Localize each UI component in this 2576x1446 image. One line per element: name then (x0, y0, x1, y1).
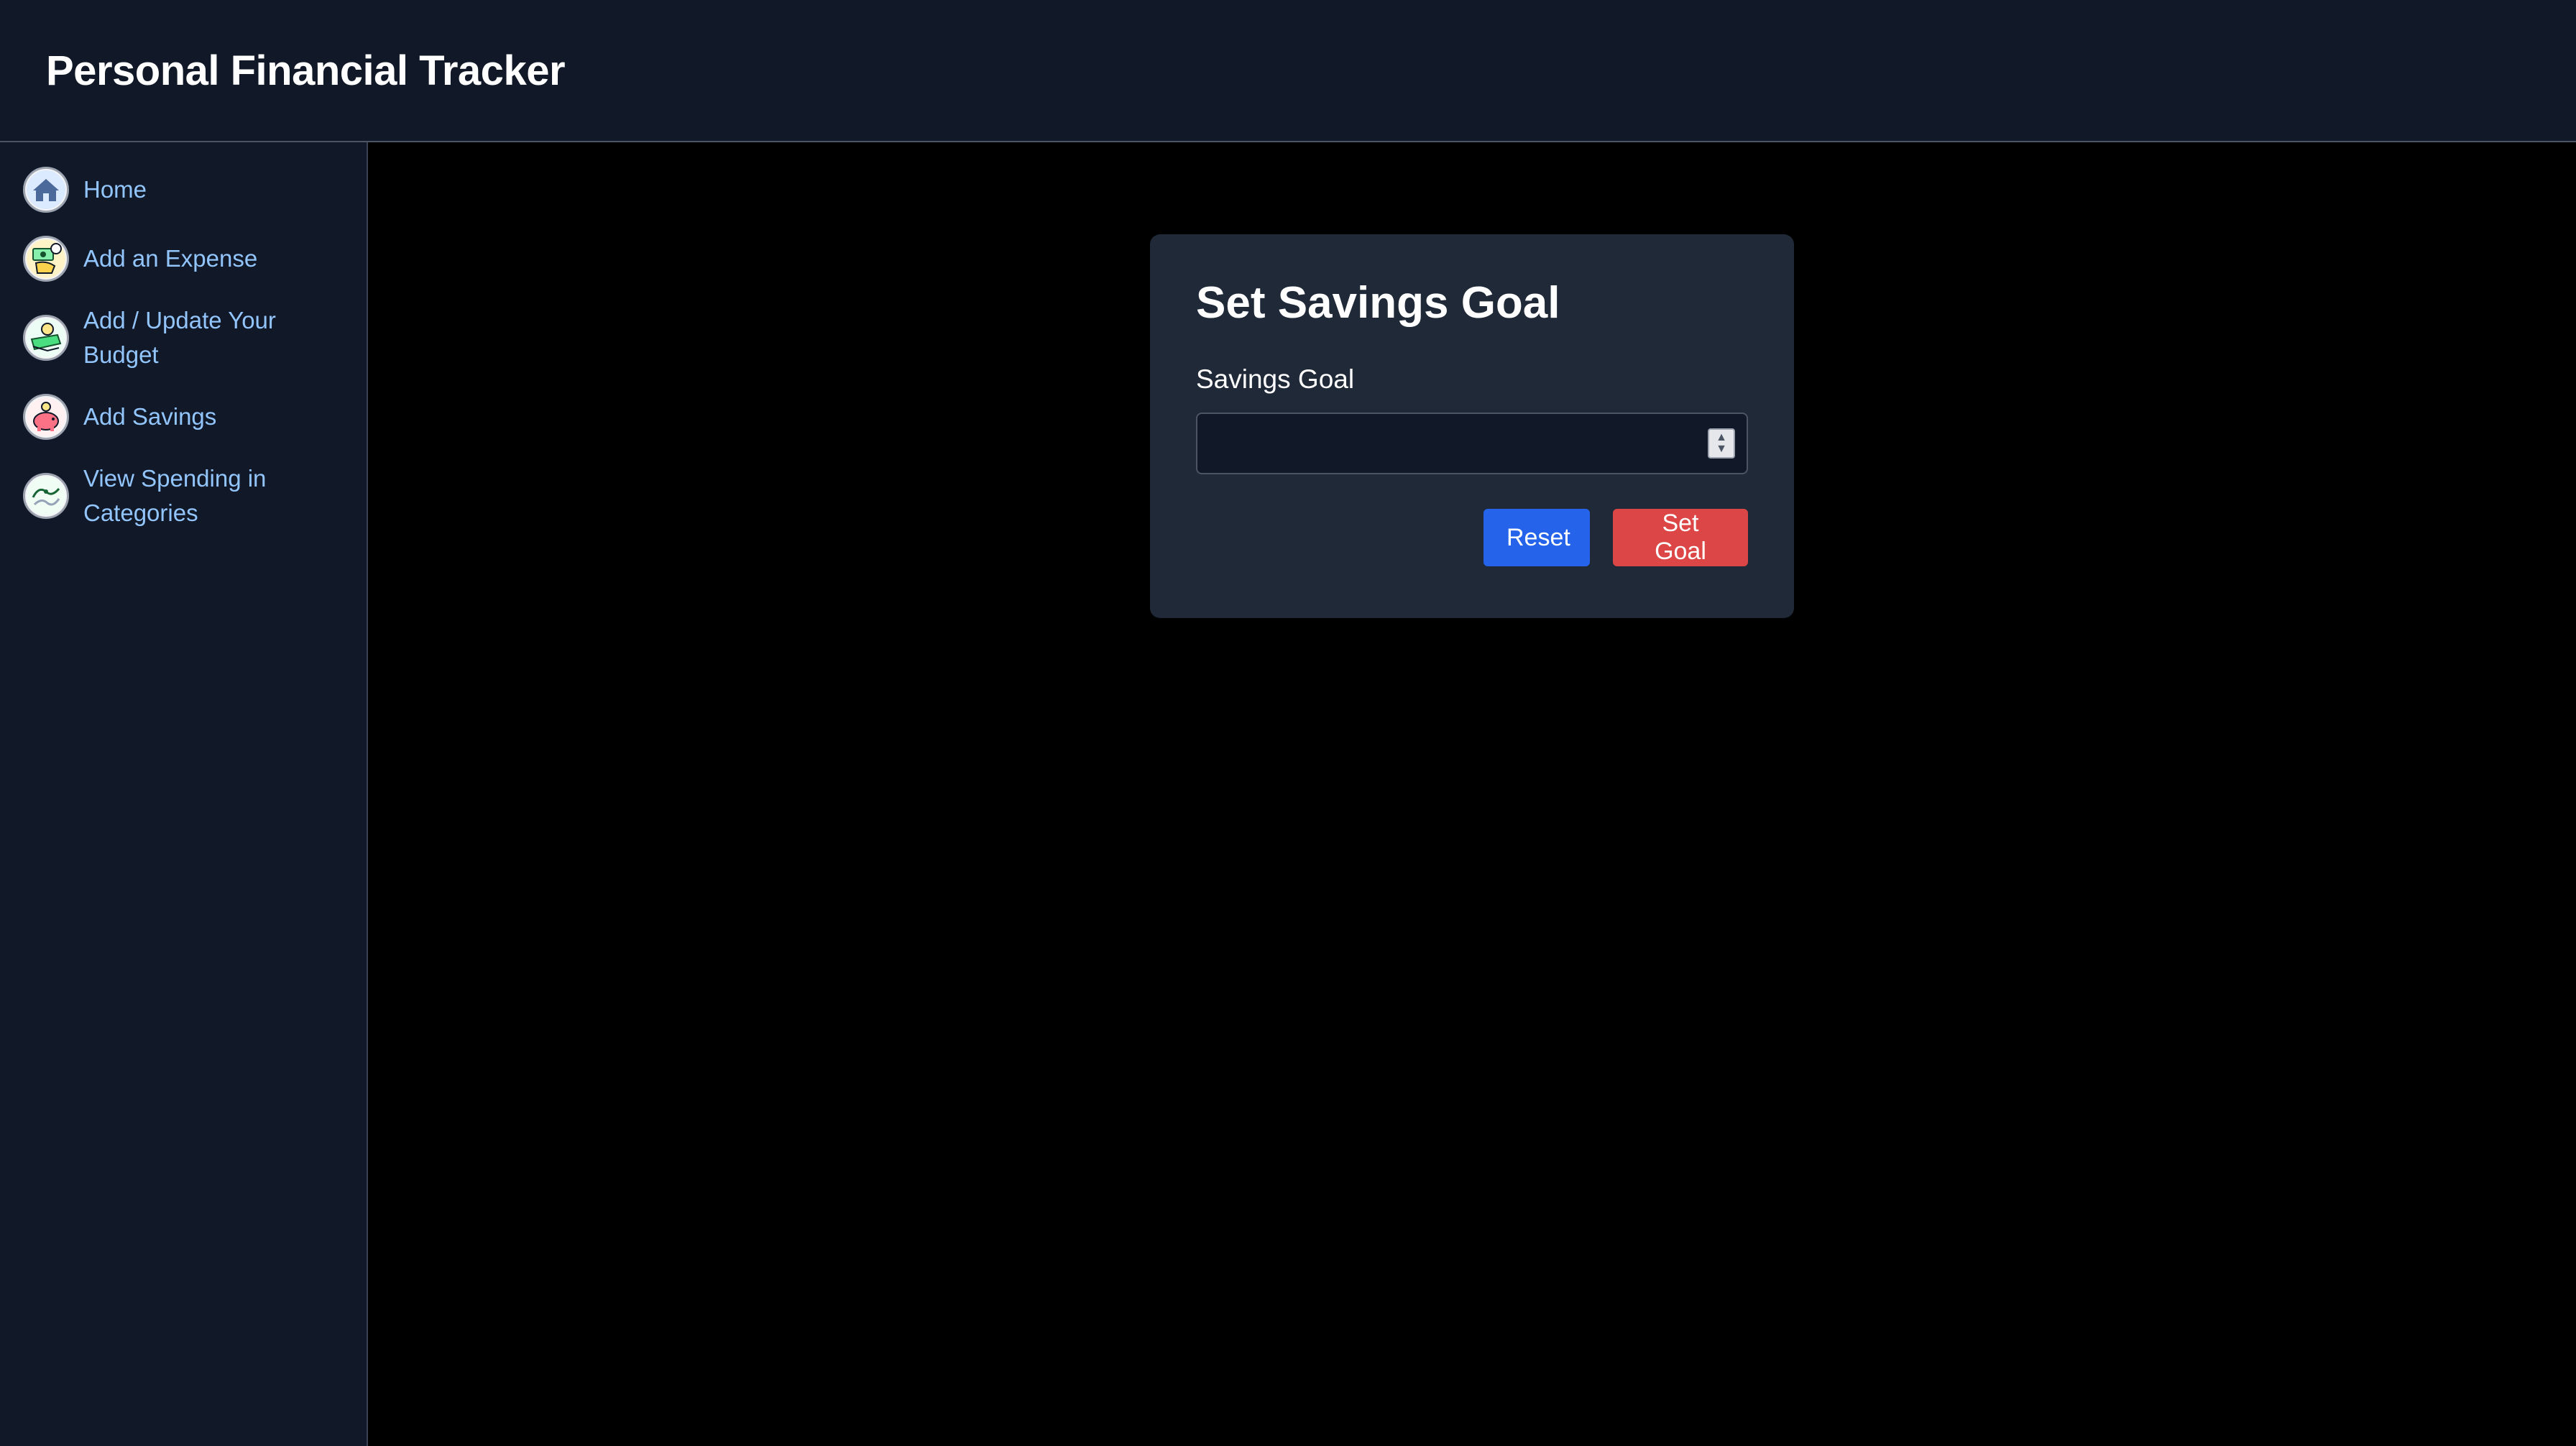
chevron-up-icon: ▲ (1716, 431, 1727, 443)
sidebar-item-label: Home (83, 176, 147, 203)
sidebar: Home Add an Expense Add / Update Your Bu… (0, 142, 368, 1446)
number-stepper[interactable]: ▲ ▼ (1708, 428, 1735, 459)
sidebar-item-label: View Spending in Categories (83, 465, 267, 526)
sidebar-item-add-savings[interactable]: Add Savings (0, 392, 367, 441)
form-title: Set Savings Goal (1196, 278, 1560, 328)
sidebar-item-label: Add Savings (83, 403, 217, 430)
sidebar-item-label: Add an Expense (83, 245, 258, 272)
budget-cash-icon (23, 315, 69, 361)
sidebar-item-add-expense[interactable]: Add an Expense (0, 234, 367, 283)
savings-goal-label: Savings Goal (1196, 364, 1355, 394)
savings-goal-card: Set Savings Goal Savings Goal ▲ ▼ Reset … (1150, 234, 1794, 618)
sidebar-item-label: Add / Update Your Budget (83, 307, 276, 368)
app-title: Personal Financial Tracker (46, 47, 566, 94)
top-header: Personal Financial Tracker (0, 0, 2576, 142)
savings-goal-field: ▲ ▼ (1196, 413, 1748, 474)
piggy-bank-icon (23, 394, 69, 440)
house-icon (23, 167, 69, 213)
categories-chart-icon (23, 473, 69, 519)
sidebar-item-home[interactable]: Home (0, 165, 367, 214)
sidebar-item-view-spending[interactable]: View Spending in Categories (0, 461, 367, 530)
form-actions: Reset Set Goal (1196, 509, 1748, 566)
set-goal-button[interactable]: Set Goal (1613, 509, 1748, 566)
sidebar-item-budget[interactable]: Add / Update Your Budget (0, 303, 367, 372)
money-hand-icon (23, 236, 69, 282)
reset-button[interactable]: Reset (1484, 509, 1590, 566)
savings-goal-input[interactable] (1196, 413, 1748, 474)
chevron-down-icon: ▼ (1716, 443, 1727, 455)
app-root: Personal Financial Tracker Home Add an E… (0, 0, 2576, 1446)
